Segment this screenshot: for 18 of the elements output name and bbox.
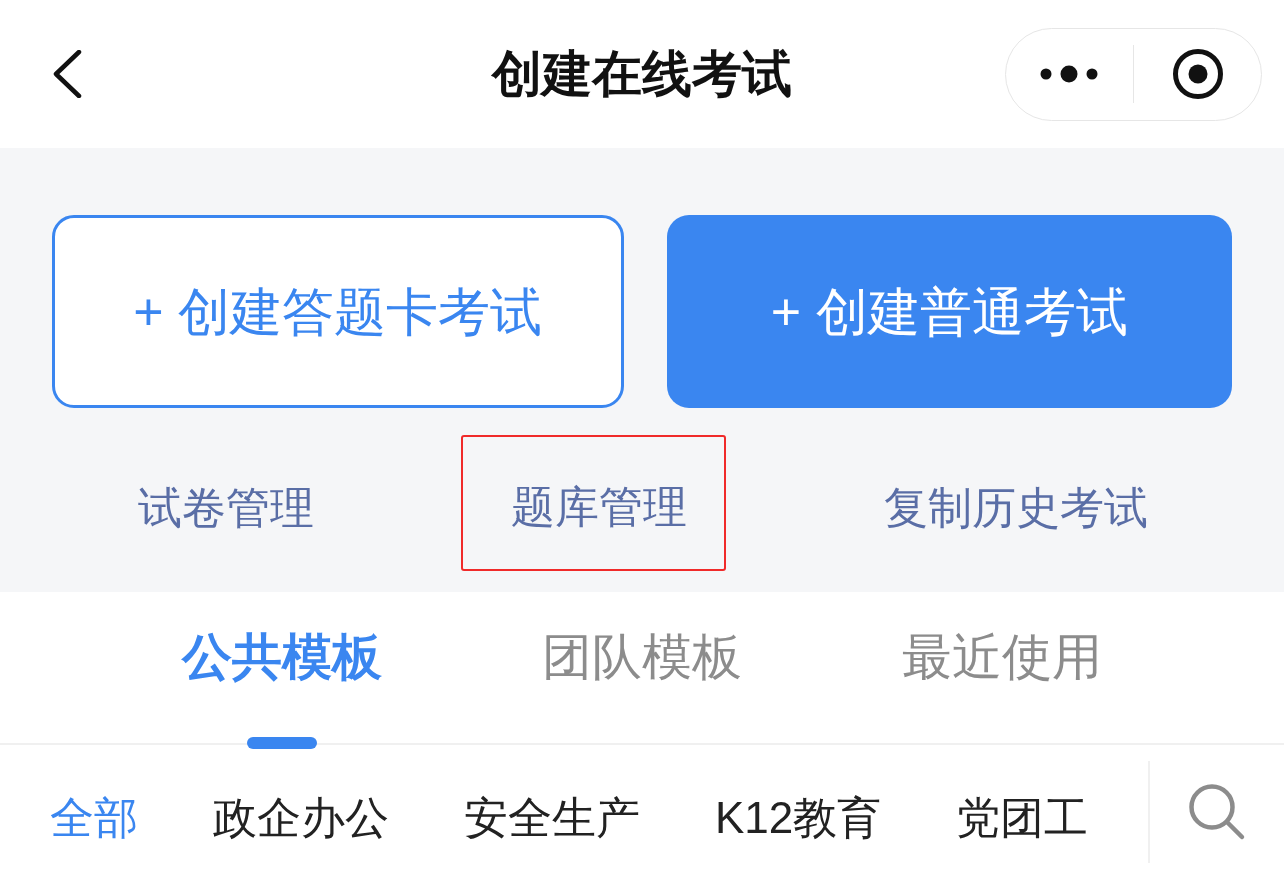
create-exam-button[interactable]: + 创建普通考试 <box>666 215 1232 408</box>
create-exam-button[interactable]: + 创建答题卡考试 <box>52 215 624 408</box>
back-icon[interactable] <box>52 50 82 98</box>
template-tab[interactable]: 团队模板 <box>542 632 742 682</box>
category-tab[interactable]: 安全生产 <box>464 791 640 845</box>
more-icon[interactable] <box>1040 65 1099 83</box>
page-title: 创建在线考试 <box>492 49 792 99</box>
target-icon[interactable] <box>1171 48 1224 100</box>
quick-link[interactable]: 复制历史考试 <box>883 485 1148 530</box>
quick-link[interactable]: 题库管理 <box>460 435 726 571</box>
search-icon[interactable] <box>1188 783 1246 841</box>
category-tab[interactable]: K12教育 <box>715 791 882 845</box>
category-tab[interactable]: 党团工 <box>956 791 1089 845</box>
category-tab[interactable]: 政企办公 <box>213 791 389 845</box>
quick-link[interactable]: 试卷管理 <box>137 485 314 530</box>
template-tab[interactable]: 最近使用 <box>902 632 1102 682</box>
category-tab[interactable]: 全部 <box>50 791 138 845</box>
template-tab[interactable]: 公共模板 <box>182 632 382 749</box>
